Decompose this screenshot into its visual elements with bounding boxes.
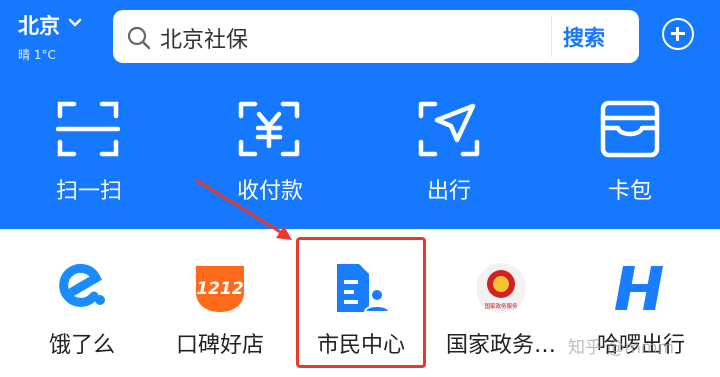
watermark-text: 知乎 @mmm <box>568 338 675 358</box>
highlight-box <box>296 237 426 368</box>
